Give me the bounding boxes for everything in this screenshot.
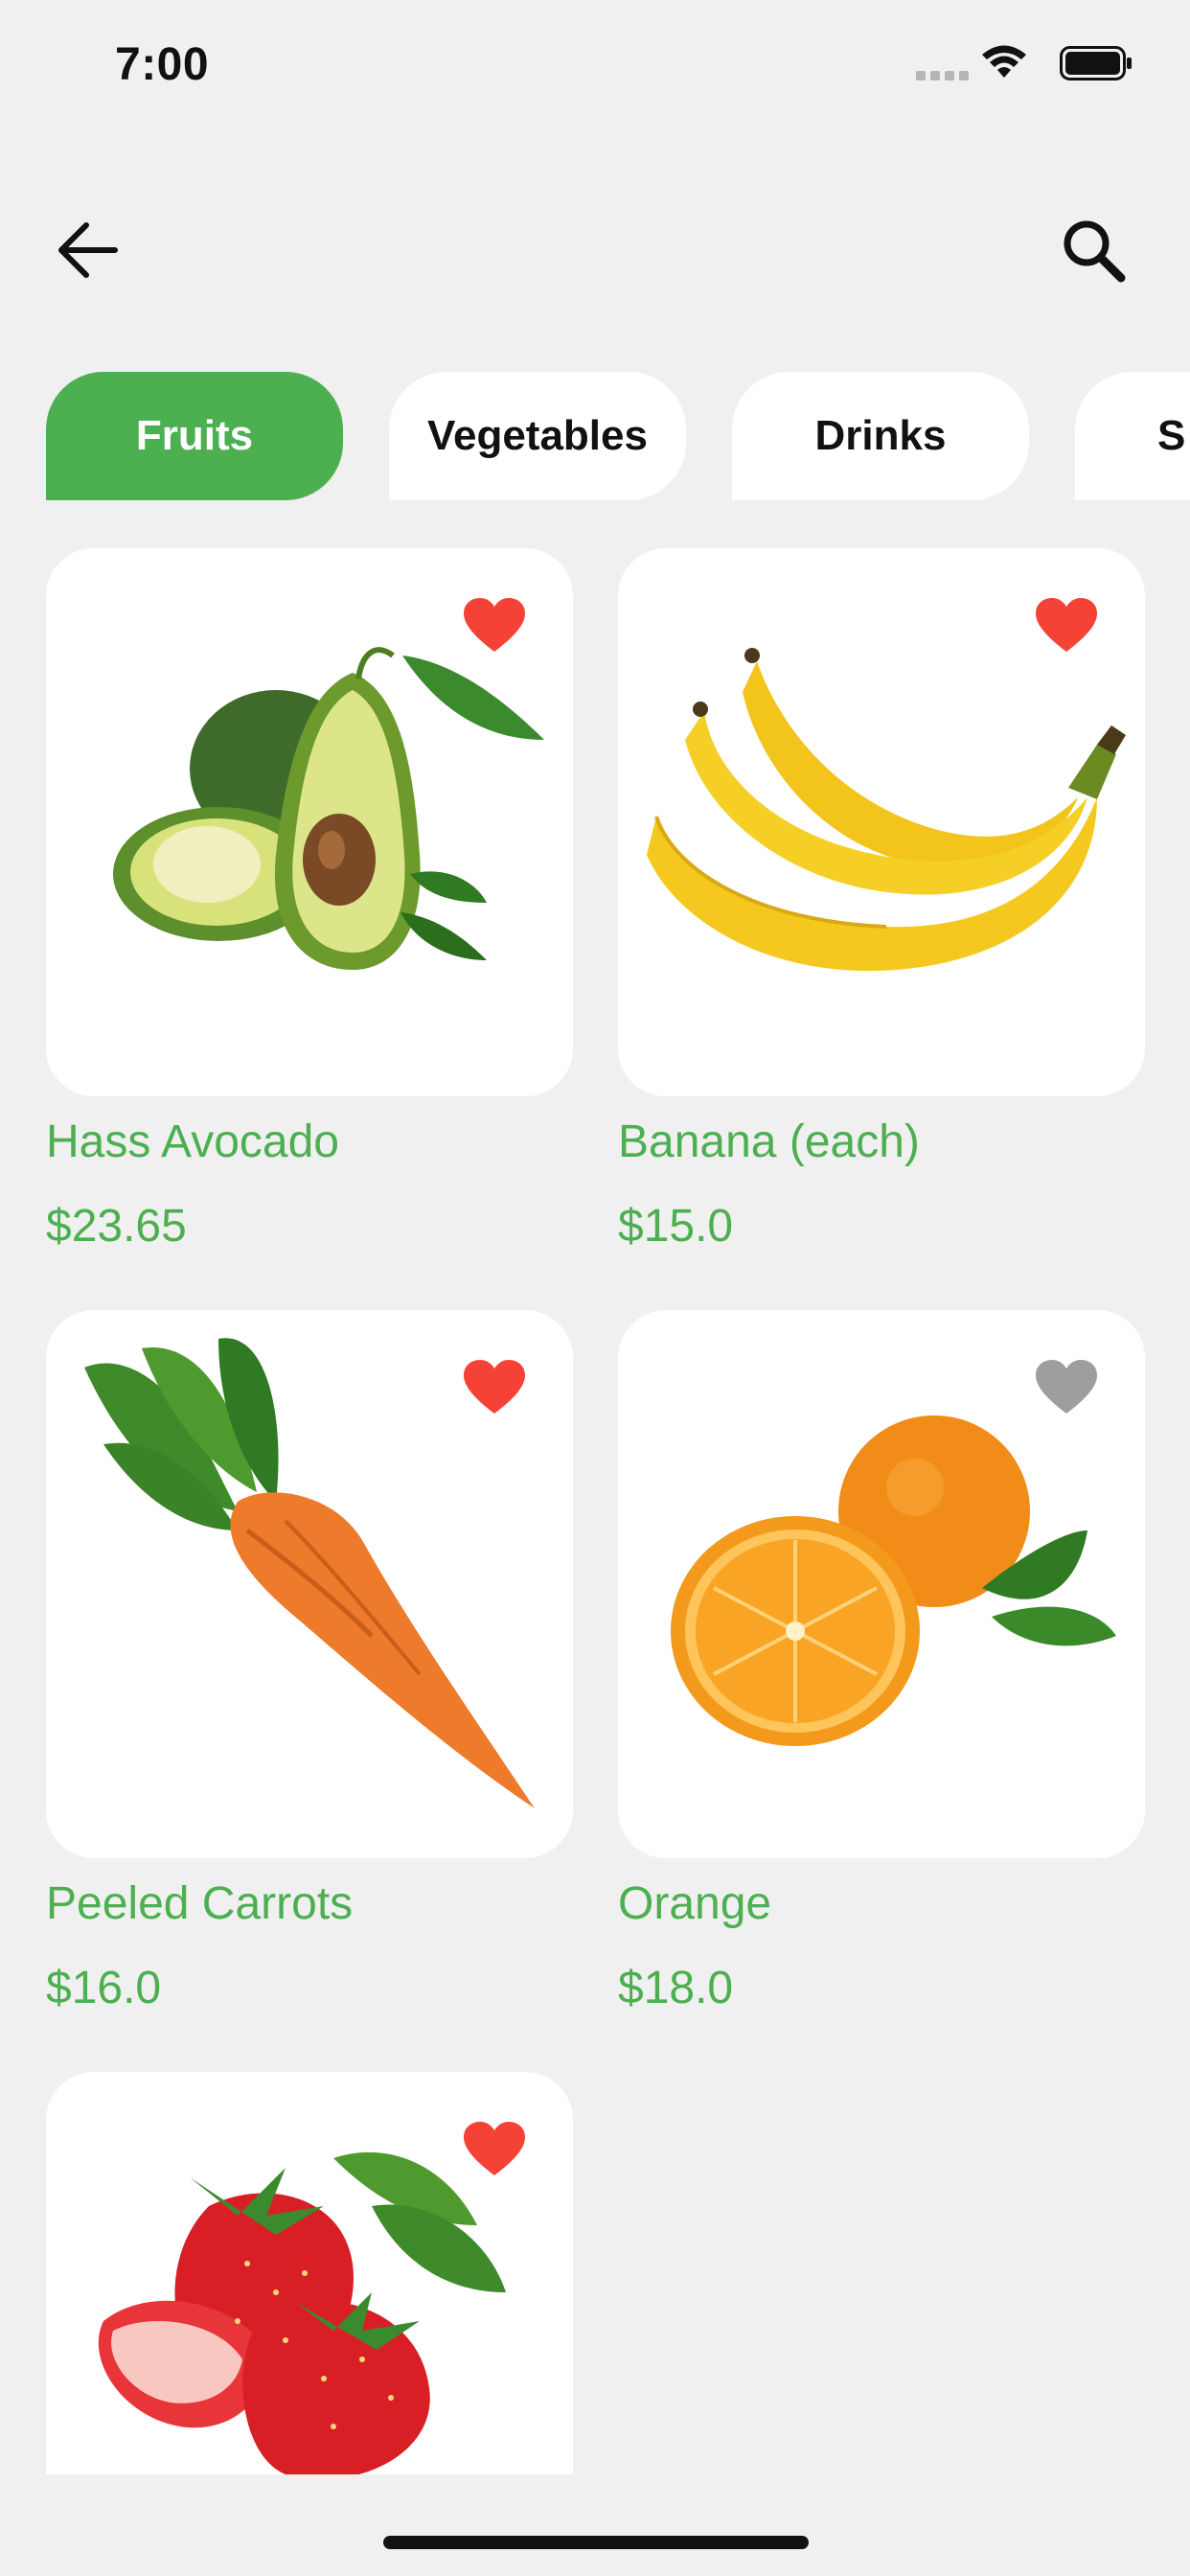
product-name: Peeled Carrots (46, 1878, 354, 1929)
product-name: Banana (each) (618, 1116, 920, 1167)
search-button[interactable] (1056, 213, 1133, 289)
heart-icon[interactable] (464, 2122, 525, 2177)
heart-icon[interactable] (464, 1360, 525, 1415)
tab-label: Drinks (814, 412, 947, 459)
product-name: Hass Avocado (46, 1116, 339, 1167)
status-bar: 7:00 (0, 0, 1190, 134)
product-card[interactable]: Orange $18.0 (618, 1310, 1145, 2038)
home-indicator[interactable] (383, 2536, 809, 2549)
status-icons (883, 42, 1133, 80)
tab-partial[interactable]: S (1075, 372, 1190, 500)
cellular-signal-icon (916, 71, 969, 80)
product-card[interactable]: Peeled Carrots $16.0 (46, 1310, 573, 2038)
tab-drinks[interactable]: Drinks (732, 372, 1029, 500)
tab-vegetables[interactable]: Vegetables (389, 372, 686, 500)
product-price: $16.0 (46, 1963, 162, 2013)
back-button[interactable] (52, 217, 128, 284)
category-tabs: Fruits Vegetables Drinks S (0, 372, 1190, 502)
tab-label: S (1157, 412, 1186, 459)
product-card[interactable] (46, 2072, 573, 2474)
product-price: $18.0 (618, 1963, 734, 2013)
product-name: Orange (618, 1878, 772, 1929)
heart-icon[interactable] (1036, 1360, 1097, 1415)
product-card[interactable]: Banana (each) $15.0 (618, 548, 1145, 1276)
wifi-icon (982, 45, 1026, 78)
search-icon (1064, 220, 1126, 283)
status-time: 7:00 (115, 39, 210, 90)
product-price: $23.65 (46, 1201, 187, 1252)
tab-fruits[interactable]: Fruits (46, 372, 343, 500)
arrow-left-icon (58, 222, 118, 278)
battery-icon (1060, 46, 1132, 80)
heart-icon[interactable] (464, 598, 525, 654)
heart-icon[interactable] (1036, 598, 1097, 654)
tab-label: Vegetables (427, 412, 648, 459)
tab-label: Fruits (135, 412, 254, 459)
product-price: $15.0 (618, 1201, 734, 1252)
product-card[interactable]: Hass Avocado $23.65 (46, 548, 573, 1276)
